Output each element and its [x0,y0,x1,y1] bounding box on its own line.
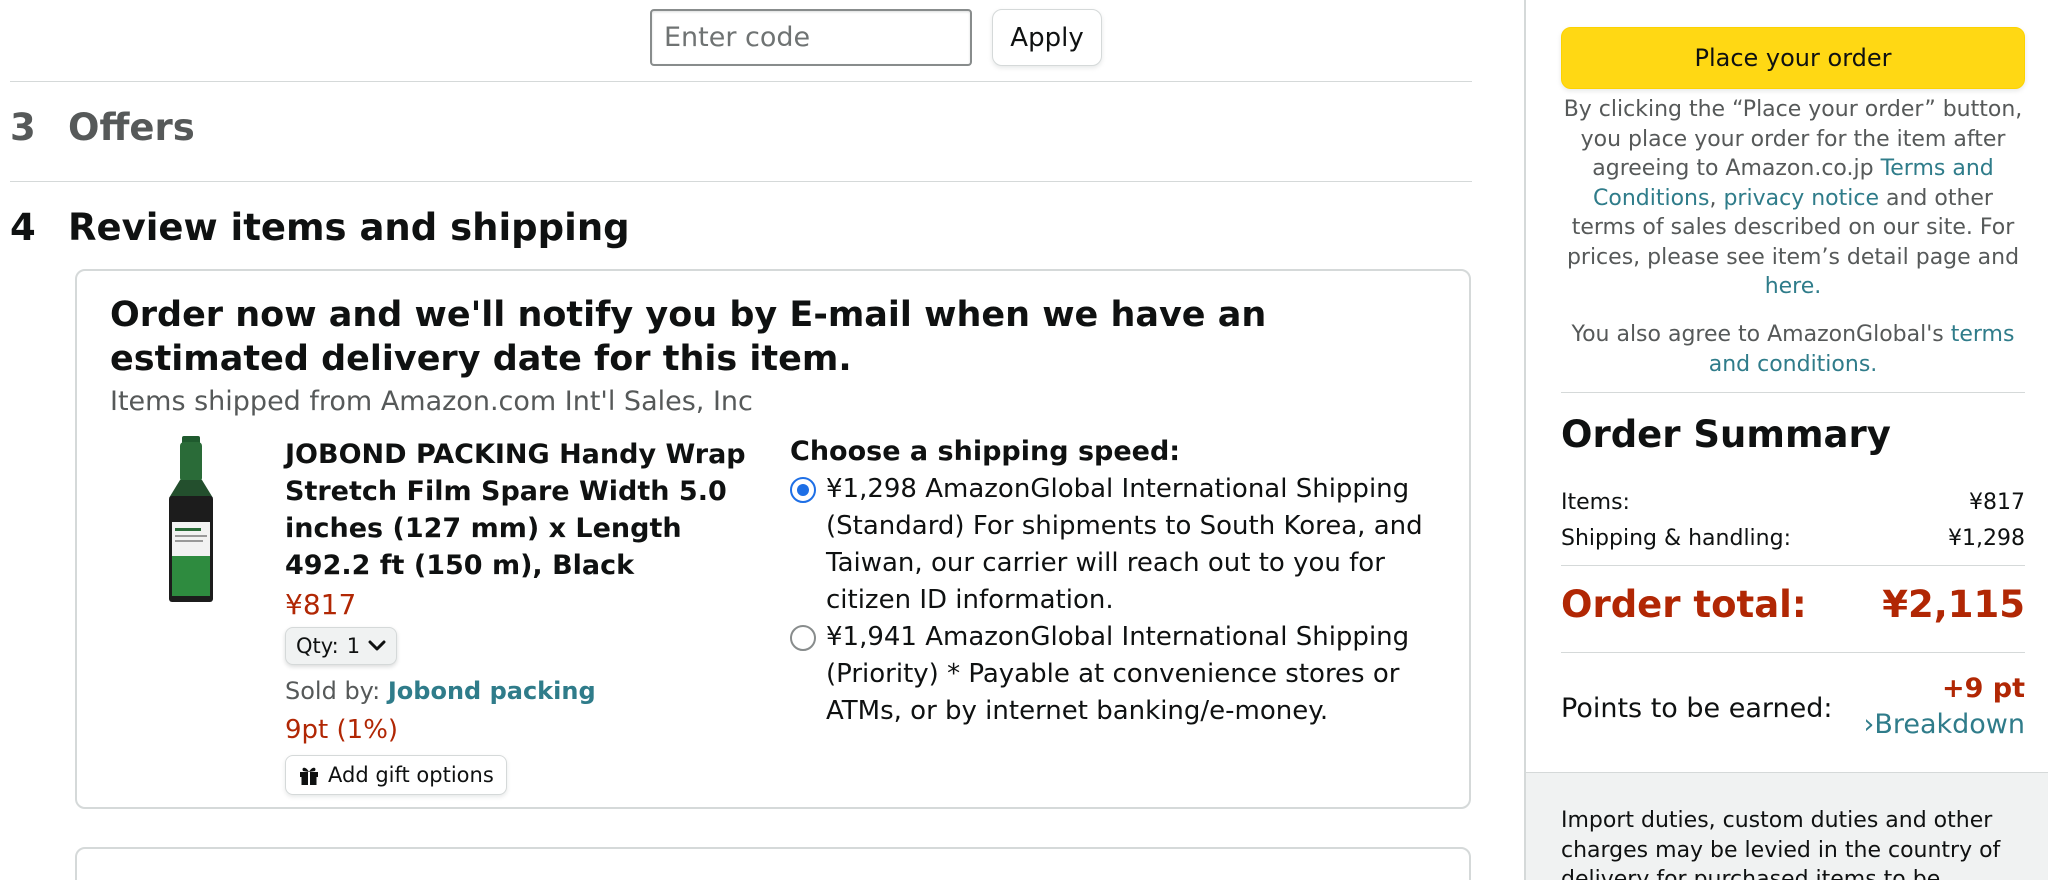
shipping-value: ¥1,298 [1948,526,2025,551]
shipping-option-standard[interactable]: ¥1,298 AmazonGlobal International Shippi… [790,471,1450,619]
divider [10,181,1472,182]
delivery-notice: Order now and we'll notify you by E-mail… [110,295,1267,379]
order-sidebar-top: Place your order By clicking the “Place … [1526,0,2048,772]
shipping-option-text: ¥1,298 AmazonGlobal International Shippi… [826,474,1423,615]
add-gift-options-button[interactable]: Add gift options [285,755,507,795]
qty-label: Qty: [296,634,339,658]
shipping-speed-title: Choose a shipping speed: [790,436,1181,467]
shipping-label: Shipping & handling: [1561,526,1791,551]
gift-label: Add gift options [328,763,494,787]
radio-selected[interactable] [790,477,816,503]
order-sidebar: Place your order By clicking the “Place … [1524,0,2048,880]
divider [10,81,1472,82]
product-bottle-icon[interactable] [165,436,217,606]
quantity-select[interactable]: Qty: 1 [285,627,398,665]
divider [1561,652,2025,653]
order-total-label: Order total: [1561,583,1807,626]
apply-button[interactable]: Apply [992,9,1102,66]
qty-value: 1 [346,634,361,658]
review-item-card: Order now and we'll notify you by E-mail… [75,269,1471,809]
seller-link[interactable]: Jobond packing [388,677,596,705]
points-label: Points to be earned: [1561,693,1833,724]
privacy-notice-link[interactable]: privacy notice [1723,186,1879,211]
sold-by: Sold by: Jobond packing [285,677,765,705]
section-number: 4 [10,206,36,249]
items-label: Items: [1561,490,1630,515]
shipping-speed-section: Choose a shipping speed: ¥1,298 AmazonGl… [790,436,1450,730]
promo-code-row: Apply [650,9,1102,66]
summary-items-row: Items: ¥817 [1561,490,2025,515]
breakdown-link[interactable]: ›Breakdown [1864,709,2025,740]
section-label: Offers [68,106,195,149]
shipping-option-text: ¥1,941 AmazonGlobal International Shippi… [826,622,1410,726]
product-points: 9pt (1%) [285,715,399,745]
radio-unselected[interactable] [790,625,816,651]
place-order-button[interactable]: Place your order [1561,27,2025,89]
section-number: 3 [10,106,36,149]
promo-code-input[interactable] [650,9,972,66]
order-summary-title: Order Summary [1561,413,1891,456]
gift-icon [300,767,318,785]
order-total-row: Order total: ¥2,115 [1561,583,2025,626]
here-link-period: . [1814,274,1822,299]
sold-by-label: Sold by: [285,677,381,705]
section-label: Review items and shipping [68,206,630,249]
import-duties-panel: Import duties, custom duties and other c… [1526,772,2048,880]
next-item-card [75,847,1471,880]
product-title[interactable]: JOBOND PACKING Handy Wrap Stretch Film S… [285,436,765,584]
shipped-from-text: Items shipped from Amazon.com Int'l Sale… [110,386,753,417]
import-duties-note: Import duties, custom duties and other c… [1561,808,2001,880]
shipping-option-priority[interactable]: ¥1,941 AmazonGlobal International Shippi… [790,619,1450,730]
here-link[interactable]: here [1765,274,1815,299]
product-info: JOBOND PACKING Handy Wrap Stretch Film S… [285,436,765,795]
section-offers-heading[interactable]: 3 Offers [10,106,195,149]
summary-shipping-row: Shipping & handling: ¥1,298 [1561,526,2025,551]
section-review-heading: 4 Review items and shipping [10,206,630,249]
global-terms-period: . [1870,351,1878,377]
points-value: +9 pt [1941,673,2025,704]
legal-text-part: , [1709,185,1724,211]
chevron-down-icon [368,640,386,651]
checkout-page: Apply 3 Offers 4 Review items and shippi… [0,0,2048,880]
product-price: ¥817 [285,588,357,621]
checkout-main: Apply 3 Offers 4 Review items and shippi… [0,0,1480,880]
global-terms-text: You also agree to AmazonGlobal's terms a… [1561,320,2025,379]
order-total-value: ¥2,115 [1882,583,2025,626]
legal-text-part: You also agree to AmazonGlobal's [1571,322,1951,347]
items-value: ¥817 [1969,490,2025,515]
divider [1561,565,2025,566]
divider [1561,392,2025,393]
legal-text: By clicking the “Place your order” butto… [1561,95,2025,302]
